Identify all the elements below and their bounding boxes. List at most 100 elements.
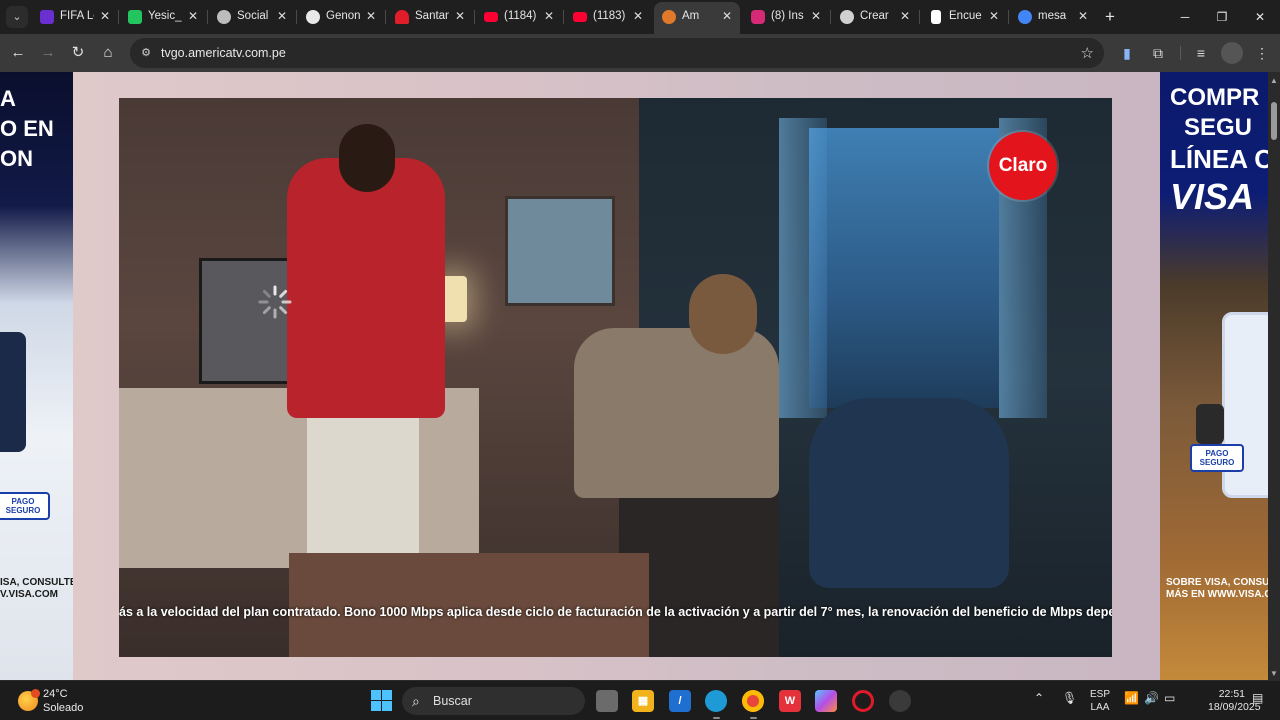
video-disclaimer-text: ás a la velocidad del plan contratado. B…: [119, 605, 1112, 619]
scroll-up-icon[interactable]: ▲: [1270, 76, 1278, 85]
bookmark-star-icon[interactable]: ☆: [1081, 44, 1094, 62]
profile-avatar[interactable]: [1221, 42, 1243, 64]
tab-tiktok[interactable]: Encue ✕: [921, 4, 1007, 30]
pago-seguro-badge: PAGO SEGURO: [1190, 444, 1244, 472]
phone-image: [0, 332, 26, 452]
battery-icon[interactable]: ▭: [1164, 691, 1175, 705]
tab-fifa[interactable]: FIFA Lo ✕: [32, 4, 118, 30]
ad-footer: V.VISA.COM: [0, 589, 58, 600]
microsoft-store-icon[interactable]: ▦: [632, 690, 654, 712]
ad-headline: COMPR: [1170, 84, 1260, 111]
tab-label: Genon: [326, 10, 360, 22]
wps-office-icon[interactable]: W: [779, 690, 801, 712]
show-hidden-icons-chevron-icon[interactable]: ⌃: [1034, 691, 1044, 705]
maximize-button[interactable]: ❐: [1207, 6, 1237, 28]
chatgpt-icon: [840, 10, 854, 24]
edge-icon[interactable]: [705, 690, 727, 719]
video-player[interactable]: Claro ás a la velocidad del plan contrat…: [119, 98, 1112, 657]
chatgpt-icon[interactable]: [889, 690, 911, 712]
tab-social[interactable]: Social ✕: [209, 4, 295, 30]
close-icon[interactable]: ✕: [364, 9, 378, 23]
tab-label: Santan: [415, 10, 449, 22]
taskbar-search[interactable]: ⌕ Buscar: [402, 687, 585, 715]
tab-americatv[interactable]: Am ✕: [654, 2, 740, 34]
menu-kebab-icon[interactable]: ⋮: [1251, 42, 1273, 64]
task-view-icon[interactable]: [596, 690, 618, 712]
close-icon[interactable]: ✕: [275, 9, 289, 23]
genon-icon: [306, 10, 320, 24]
tab-genon[interactable]: Genon ✕: [298, 4, 384, 30]
ad-headline: VISA: [1170, 176, 1255, 217]
document-icon[interactable]: ▮: [1116, 42, 1138, 64]
close-icon[interactable]: ✕: [809, 9, 823, 23]
close-icon[interactable]: ✕: [542, 9, 556, 23]
close-icon[interactable]: ✕: [631, 9, 645, 23]
forward-arrow-icon[interactable]: →: [37, 42, 59, 64]
tab-search-button[interactable]: ⌄: [6, 6, 28, 28]
tab-media-icon[interactable]: ≡: [1190, 42, 1212, 64]
tab-label: mesa: [1038, 10, 1067, 22]
globe-icon: [217, 10, 231, 24]
tab-label: (1183): [593, 10, 626, 22]
tab-youtube-1183[interactable]: (1183) ✕: [565, 4, 651, 30]
visa-ad-right[interactable]: COMPR SEGU LÍNEA C VISA PAGO SEGURO SOBR…: [1160, 72, 1268, 680]
url-text[interactable]: tvgo.americatv.com.pe: [161, 46, 286, 60]
youtube-icon: [573, 12, 587, 22]
close-icon[interactable]: ✕: [186, 9, 200, 23]
tab-instagram[interactable]: (8) Ins ✕: [743, 4, 829, 30]
chrome-icon[interactable]: [742, 690, 764, 719]
page-content: A O EN ON PAGO SEGURO ISA, CONSULTE V.VI…: [0, 72, 1268, 680]
tiktok-icon: [931, 10, 941, 24]
opera-icon[interactable]: [852, 690, 874, 712]
tab-santander[interactable]: Santan ✕: [387, 4, 473, 30]
tab-label: Crear: [860, 10, 889, 22]
home-icon[interactable]: ⌂: [97, 42, 119, 64]
close-icon[interactable]: ✕: [720, 9, 734, 23]
ad-headline: O EN: [0, 116, 54, 141]
browser-toolbar: ← → ↻ ⌂ ⚙ tvgo.americatv.com.pe ☆ ▮ ⧉ ≡ …: [0, 34, 1280, 72]
volume-icon[interactable]: 🔊: [1144, 691, 1159, 705]
close-icon[interactable]: ✕: [1076, 9, 1090, 23]
wifi-icon[interactable]: 📶: [1124, 691, 1139, 705]
back-arrow-icon[interactable]: ←: [7, 42, 29, 64]
keyboard-layout: LAA: [1090, 702, 1110, 713]
tab-yesic[interactable]: Yesic_I ✕: [120, 4, 206, 30]
windows-start-icon[interactable]: [371, 690, 392, 711]
visa-ad-left[interactable]: A O EN ON PAGO SEGURO ISA, CONSULTE V.VI…: [0, 72, 73, 680]
tab-label: Social: [237, 10, 269, 22]
scrollbar-thumb[interactable]: [1271, 102, 1277, 140]
close-icon[interactable]: ✕: [987, 9, 1001, 23]
system-clock[interactable]: 22:51 18/09/2025: [1208, 688, 1261, 714]
close-icon[interactable]: ✕: [98, 9, 112, 23]
language-indicator[interactable]: ESP LAA: [1090, 688, 1110, 714]
notifications-icon[interactable]: ▤: [1252, 691, 1263, 705]
tab-strip: ⌄ FIFA Lo ✕ Yesic_I ✕ Social ✕ Genon ✕ S…: [0, 0, 1280, 34]
reload-icon[interactable]: ↻: [67, 42, 89, 64]
minimize-button[interactable]: ─: [1170, 6, 1200, 28]
site-info-icon[interactable]: ⚙: [138, 45, 154, 61]
new-tab-button[interactable]: +: [1100, 7, 1120, 27]
tab-chatgpt[interactable]: Crear ✕: [832, 4, 918, 30]
close-icon[interactable]: ✕: [898, 9, 912, 23]
youtube-icon: [484, 12, 498, 22]
scroll-down-icon[interactable]: ▼: [1270, 669, 1278, 678]
close-icon[interactable]: ✕: [453, 9, 467, 23]
kick-icon: [128, 10, 142, 24]
watch-image: [1196, 404, 1224, 444]
clock-time: 22:51: [1218, 688, 1245, 700]
tab-google[interactable]: mesa ✕: [1010, 4, 1096, 30]
scene-armchair: [809, 398, 1009, 588]
page-scrollbar[interactable]: ▲ ▼: [1268, 72, 1280, 680]
tab-label: (8) Ins: [771, 10, 804, 22]
copilot-icon[interactable]: [815, 690, 837, 712]
weather-condition: Soleado: [43, 702, 84, 714]
weather-widget[interactable]: 24°C Soleado: [18, 687, 108, 715]
scene-curtain: [779, 118, 827, 418]
close-window-button[interactable]: ✕: [1245, 6, 1275, 28]
microphone-icon[interactable]: 🎙: [1062, 691, 1077, 705]
extensions-icon[interactable]: ⧉: [1147, 42, 1169, 64]
address-bar[interactable]: ⚙ tvgo.americatv.com.pe ☆: [130, 38, 1104, 68]
tab-youtube-1184[interactable]: (1184) ✕: [476, 4, 562, 30]
ad-headline: ON: [0, 146, 33, 171]
azure-app-icon[interactable]: /: [669, 690, 691, 712]
